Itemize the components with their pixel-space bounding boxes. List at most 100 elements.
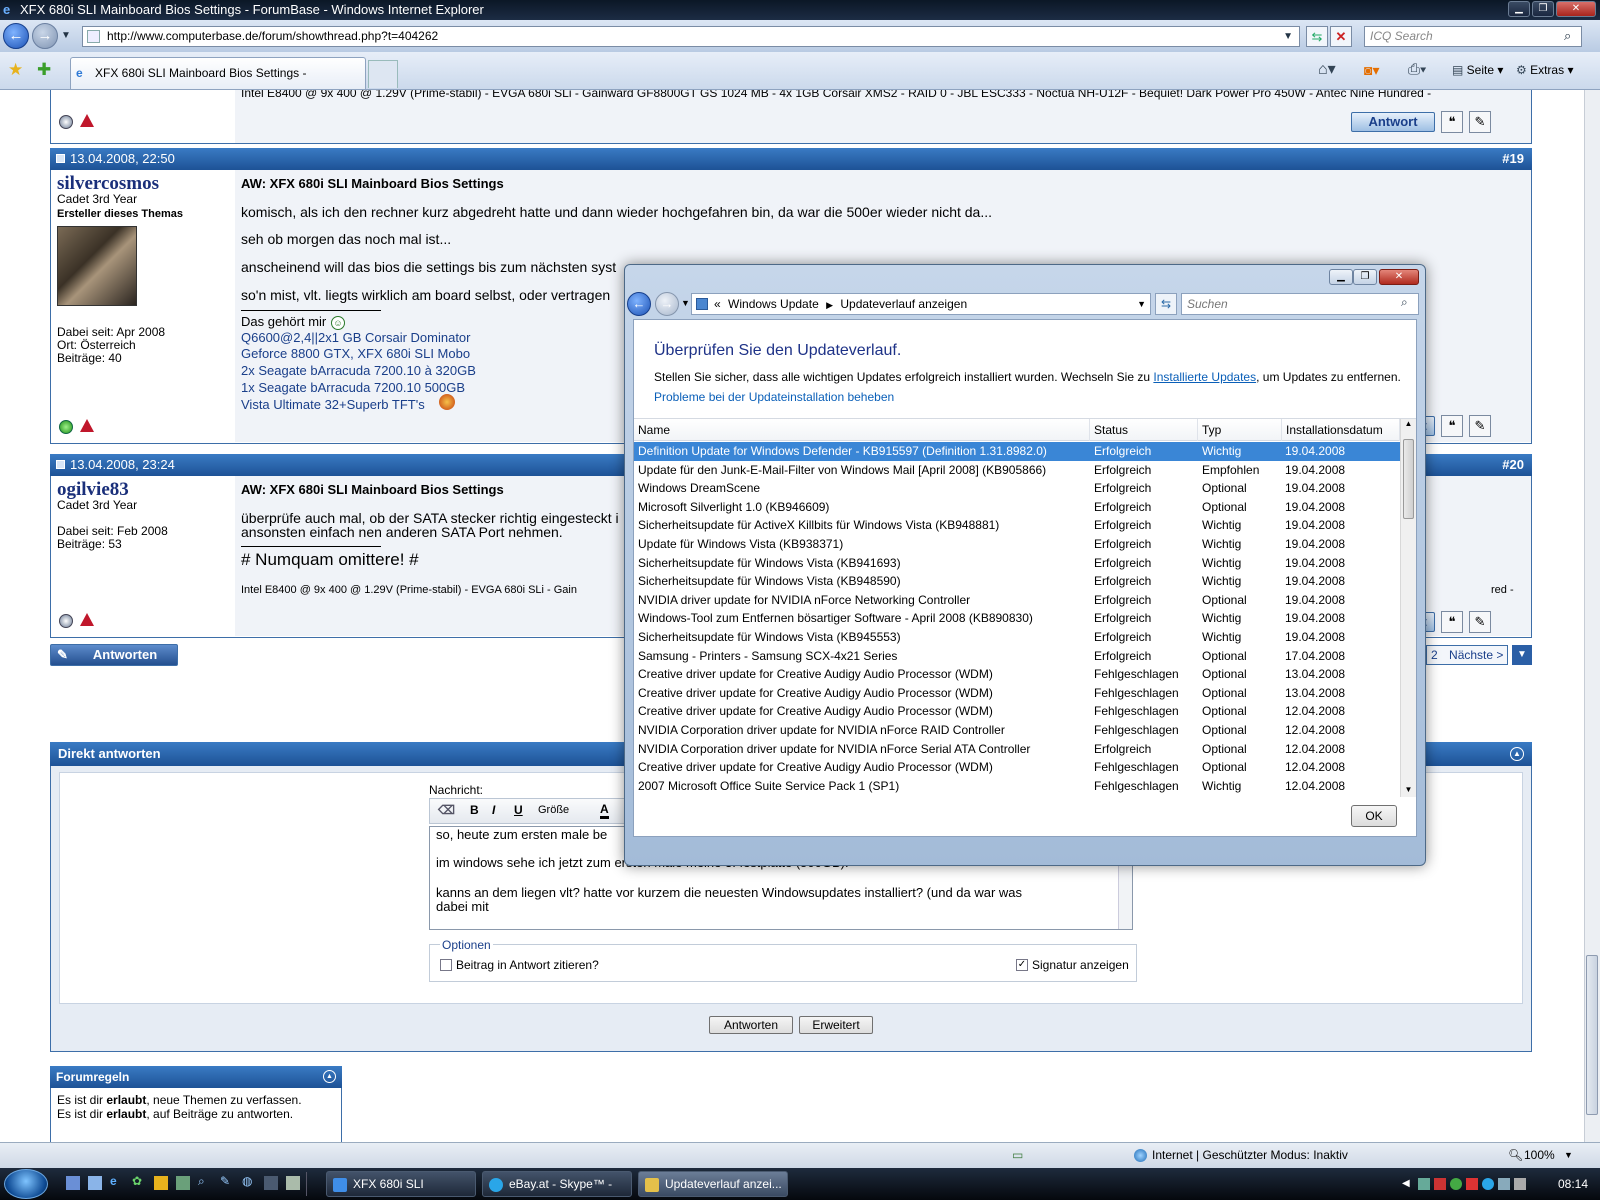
report-icon[interactable] [80, 419, 94, 432]
breadcrumb-windows-update[interactable]: Windows Update [728, 297, 819, 311]
maximize-icon[interactable]: ❐ [1532, 1, 1554, 17]
dialog-back-icon[interactable]: ← [627, 292, 651, 316]
ie-quicklaunch-icon[interactable]: e [110, 1174, 117, 1188]
start-button[interactable] [4, 1169, 48, 1199]
breadcrumb-overflow[interactable]: « [714, 297, 721, 311]
globe-icon[interactable]: ◍ [242, 1174, 252, 1188]
table-row[interactable]: Sicherheitsupdate für Windows Vista (KB9… [634, 572, 1400, 591]
collapse-icon[interactable]: ▲ [1510, 747, 1524, 761]
table-row[interactable]: NVIDIA driver update for NVIDIA nForce N… [634, 591, 1400, 610]
list-scrollbar-thumb[interactable] [1403, 439, 1414, 519]
edit-icon[interactable]: ✎ [1469, 415, 1491, 437]
bold-icon[interactable]: B [470, 803, 479, 817]
new-tab-button[interactable] [368, 60, 398, 88]
table-row[interactable]: Creative driver update for Creative Audi… [634, 758, 1400, 777]
scroll-down-icon[interactable]: ▼ [1401, 785, 1416, 794]
edit-icon[interactable]: ✎ [1469, 111, 1491, 133]
tools-menu[interactable]: ⚙ Extras ▾ [1516, 62, 1573, 78]
add-favorite-icon[interactable]: ✚ [37, 60, 51, 80]
search-icon[interactable]: ⌕ [1564, 28, 1571, 44]
antwort-button[interactable]: Antwort [1351, 112, 1435, 132]
network-icon[interactable] [1498, 1178, 1510, 1190]
switch-windows-icon[interactable] [88, 1176, 102, 1190]
italic-icon[interactable]: I [492, 803, 495, 817]
media-icon[interactable] [154, 1176, 168, 1190]
collapse-icon[interactable]: ▲ [323, 1070, 336, 1083]
edit-icon[interactable]: ✎ [1469, 611, 1491, 633]
new-reply-button[interactable]: ✎ Antworten [50, 644, 178, 666]
app-icon[interactable] [176, 1176, 190, 1190]
tray-app-icon[interactable] [286, 1176, 300, 1190]
table-row[interactable]: Microsoft Silverlight 1.0 (KB946609) Erfo… [634, 498, 1400, 517]
history-dropdown-icon[interactable]: ▼ [61, 30, 71, 41]
table-row[interactable]: Sicherheitsupdate für Windows Vista (KB9… [634, 628, 1400, 647]
breadcrumb-update-history[interactable]: Updateverlauf anzeigen [840, 297, 967, 311]
table-row[interactable]: Windows DreamScene Erfolgreich Optional 19.… [634, 479, 1400, 498]
font-size-select[interactable]: Größe [538, 804, 569, 816]
taskbar-item-skype[interactable]: eBay.at - Skype™ - d... [482, 1171, 632, 1197]
table-row[interactable]: NVIDIA Corporation driver update for NVI… [634, 740, 1400, 759]
volume-icon[interactable] [1514, 1178, 1526, 1190]
address-dropdown-icon[interactable]: ▼ [1283, 27, 1293, 46]
tray-icon[interactable] [1434, 1178, 1446, 1190]
clock[interactable]: 08:14 [1558, 1172, 1588, 1196]
tool-icon[interactable]: ✎ [220, 1174, 230, 1188]
table-row[interactable]: Creative driver update for Creative Audi… [634, 702, 1400, 721]
home-icon[interactable]: ⌂▾ [1318, 62, 1336, 78]
page-jump-icon[interactable]: ▼ [1512, 645, 1532, 665]
table-row[interactable]: Sicherheitsupdate für ActiveX Killbits f… [634, 516, 1400, 535]
page-menu[interactable]: ▤ Seite ▾ [1452, 62, 1503, 78]
dialog-search-input[interactable]: Suchen [1181, 293, 1419, 315]
close-icon[interactable]: ✕ [1556, 1, 1596, 17]
tray-expand-icon[interactable]: ◀ [1402, 1172, 1410, 1196]
address-bar[interactable]: http://www.computerbase.de/forum/showthr… [82, 26, 1300, 47]
dialog-breadcrumb[interactable]: « Windows Update ▶ Updateverlauf anzeige… [691, 293, 1151, 315]
troubleshoot-link[interactable]: Probleme bei der Updateinstallation behe… [654, 390, 894, 404]
table-row[interactable]: NVIDIA Corporation driver update for NVI… [634, 721, 1400, 740]
table-row[interactable]: Update für Windows Vista (KB938371) Erfol… [634, 535, 1400, 554]
scroll-up-icon[interactable]: ▲ [1401, 419, 1416, 428]
breadcrumb-dropdown-icon[interactable]: ▼ [1137, 294, 1146, 314]
taskbar-item-update[interactable]: Updateverlauf anzei... [638, 1171, 788, 1197]
underline-icon[interactable]: U [514, 803, 523, 817]
icq-icon[interactable]: ✿ [132, 1174, 142, 1188]
stop-icon[interactable]: ✕ [1330, 26, 1352, 47]
favorites-star-icon[interactable]: ★ [8, 60, 23, 80]
post-19-number[interactable]: #19 [1502, 148, 1524, 170]
table-row[interactable]: Windows-Tool zum Entfernen bösartiger So… [634, 609, 1400, 628]
quote-icon[interactable]: ❝ [1441, 611, 1463, 633]
search-input[interactable]: ICQ Search [1364, 26, 1582, 47]
column-type[interactable]: Typ [1198, 419, 1282, 441]
feeds-icon[interactable]: ◙▾ [1364, 62, 1379, 78]
window-icon[interactable] [264, 1176, 278, 1190]
report-icon[interactable] [80, 613, 94, 626]
zoom-level[interactable]: 100% [1524, 1143, 1555, 1167]
table-row[interactable]: 2007 Microsoft Office Suite Service Pack… [634, 777, 1400, 796]
page-link[interactable]: 2 [1431, 648, 1438, 662]
format-remove-icon[interactable]: ⌫ [438, 803, 455, 817]
dialog-close-icon[interactable]: ✕ [1379, 269, 1419, 285]
security-zone-text[interactable]: Internet | Geschützter Modus: Inaktiv [1152, 1143, 1348, 1167]
back-icon[interactable]: ← [3, 23, 29, 49]
print-icon[interactable]: ⎙▾ [1408, 62, 1426, 78]
list-scrollbar[interactable]: ▲ ▼ [1400, 419, 1416, 797]
table-row[interactable]: Creative driver update for Creative Audi… [634, 665, 1400, 684]
dialog-maximize-icon[interactable]: ❐ [1353, 269, 1377, 285]
search-icon[interactable]: ⌕ [198, 1174, 205, 1189]
table-row[interactable]: Sicherheitsupdate für Windows Vista (KB9… [634, 554, 1400, 573]
minimize-icon[interactable]: ▁ [1508, 1, 1530, 17]
taskbar-item-ie[interactable]: XFX 680i SLI Mainbo... [326, 1171, 476, 1197]
dialog-forward-icon[interactable]: → [655, 292, 679, 316]
quote-checkbox[interactable] [440, 959, 452, 971]
table-row[interactable]: Update für den Junk-E-Mail-Filter von Wi… [634, 461, 1400, 480]
column-name[interactable]: Name [634, 419, 1090, 441]
text-color-icon[interactable]: A [600, 802, 609, 819]
submit-reply-button[interactable]: Antworten [709, 1016, 793, 1034]
quote-icon[interactable]: ❝ [1441, 111, 1463, 133]
tray-icon[interactable] [1450, 1178, 1462, 1190]
refresh-icon[interactable]: ⇆ [1306, 26, 1328, 47]
tray-icon[interactable] [1418, 1178, 1430, 1190]
tab-forumbase[interactable]: e XFX 680i SLI Mainboard Bios Settings -… [70, 57, 366, 110]
next-page-link[interactable]: Nächste > [1449, 648, 1503, 662]
table-row[interactable]: Creative driver update for Creative Audi… [634, 684, 1400, 703]
